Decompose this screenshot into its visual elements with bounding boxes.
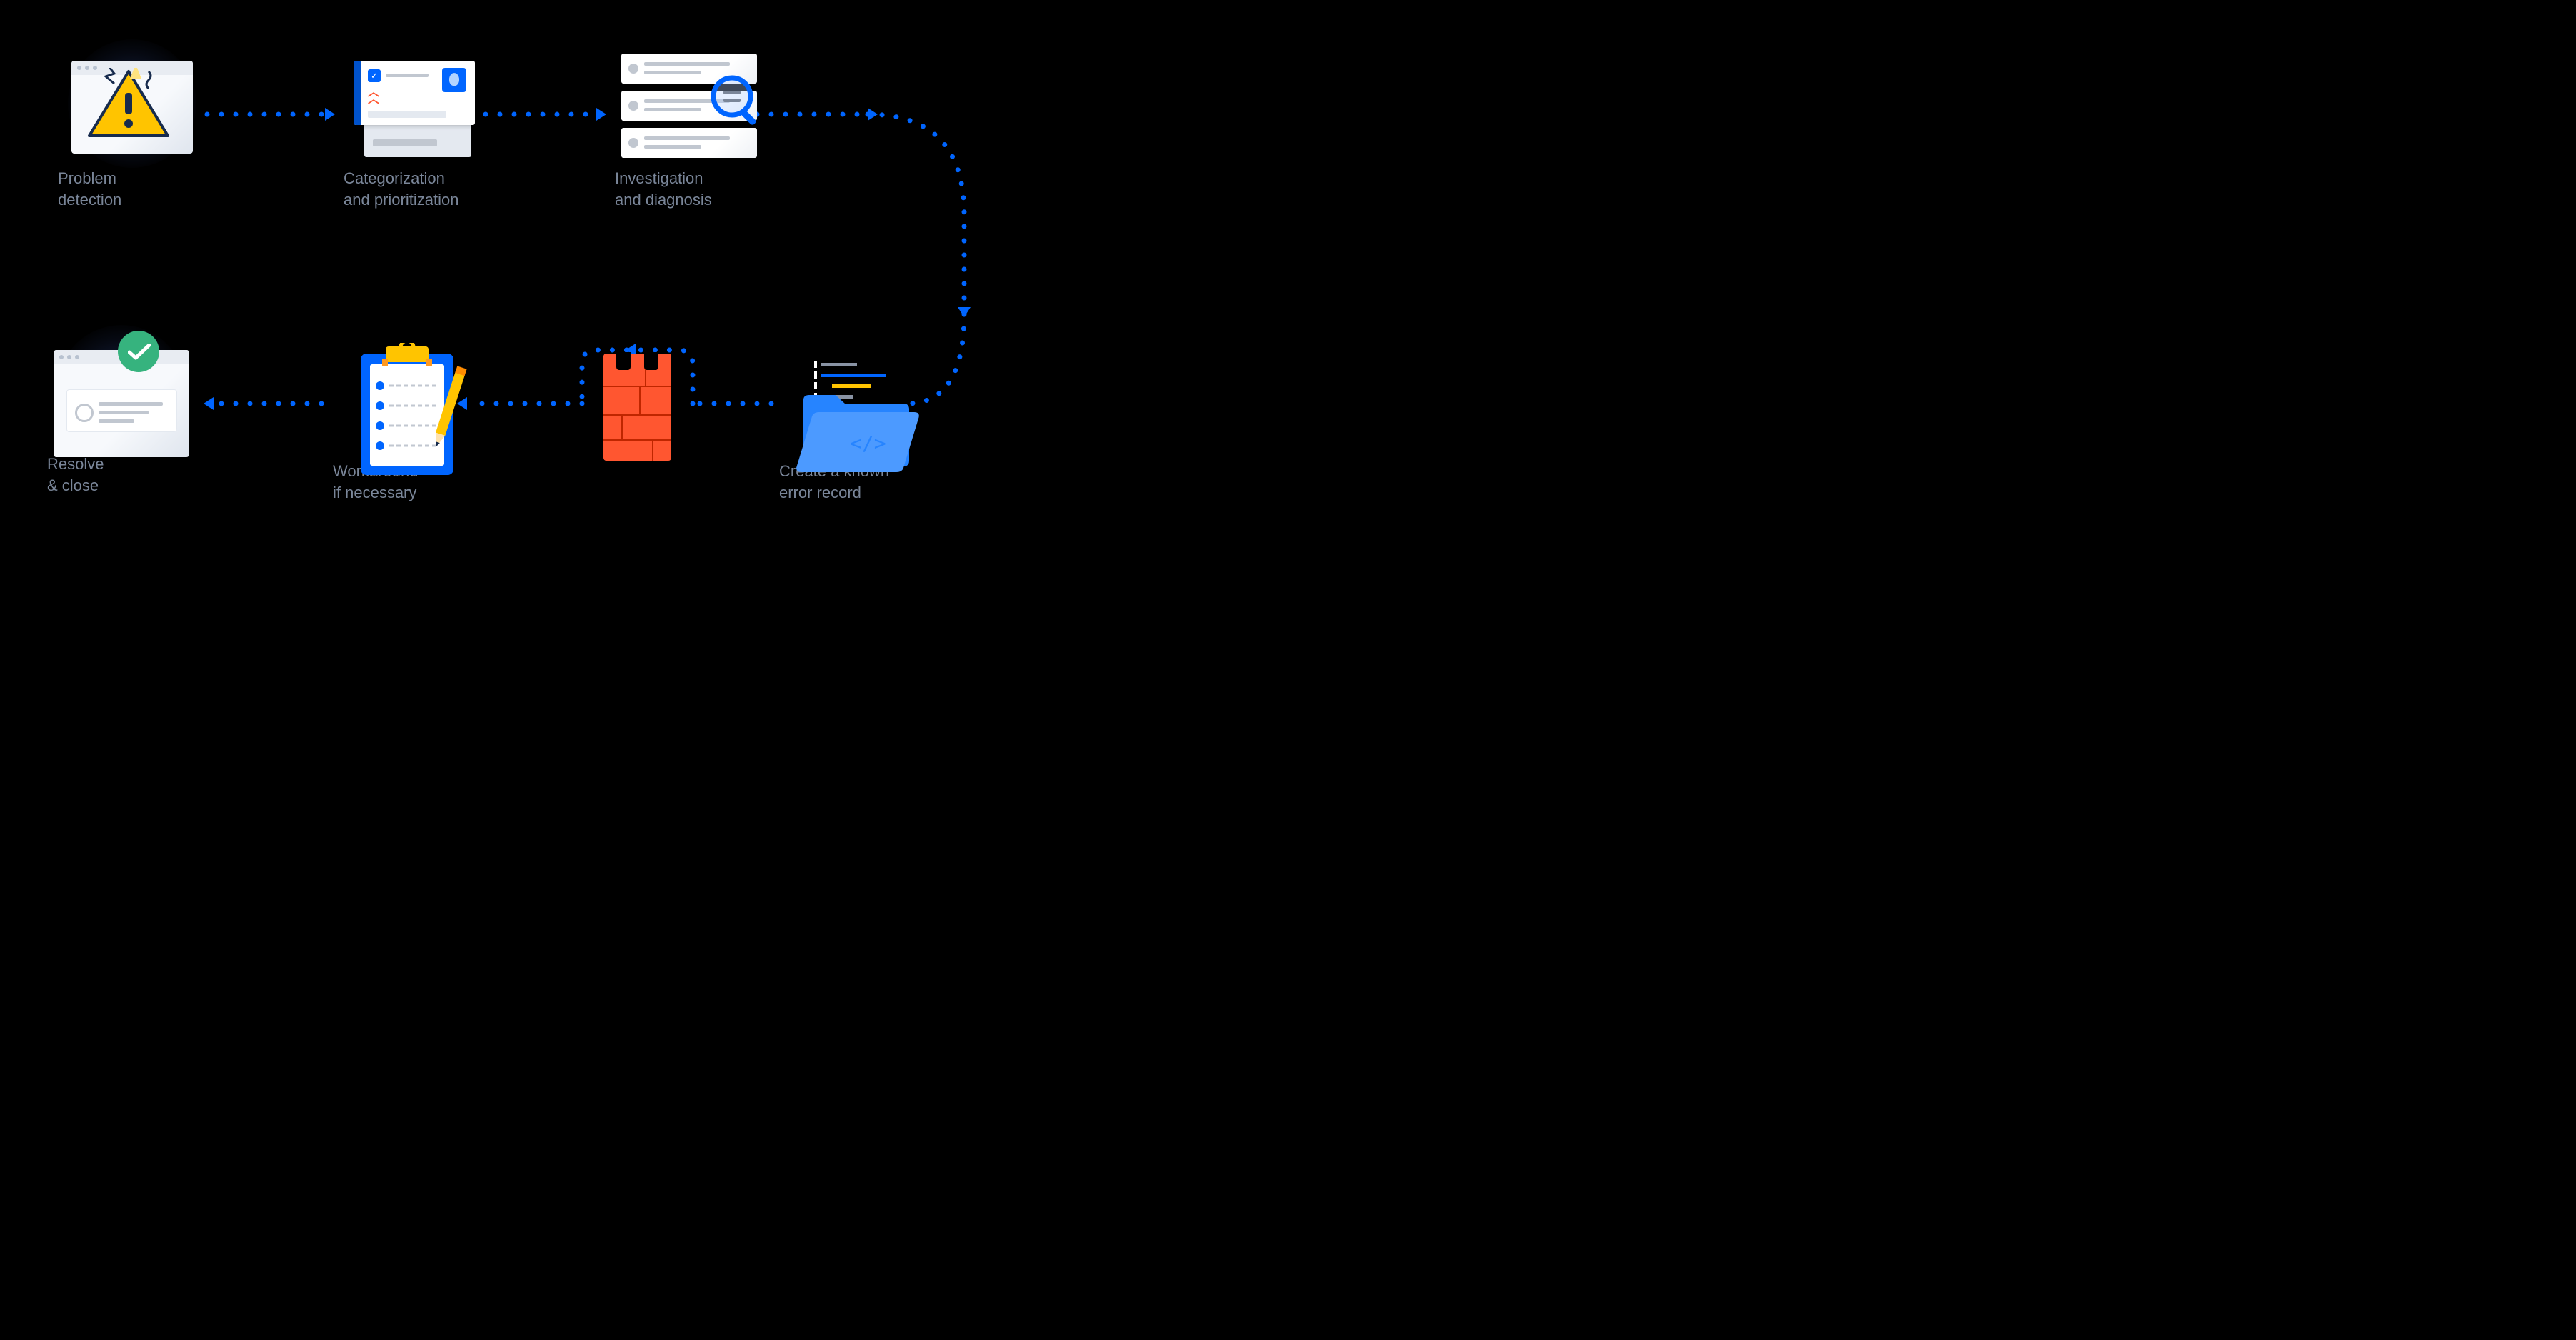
step-label: Resolve & close: [43, 454, 200, 496]
wall-icon: [603, 354, 671, 461]
step-investigation: Investigation and diagnosis: [611, 39, 768, 210]
avatar-icon: [442, 68, 466, 92]
arrow-icon: [325, 108, 335, 121]
step-error-record: </> Create a known error record: [775, 332, 932, 503]
step-obstacle: [564, 339, 707, 468]
code-folder-icon: </>: [796, 361, 925, 482]
step-workaround: Workaround if necessary: [329, 332, 486, 503]
step-resolve: Resolve & close: [43, 325, 200, 496]
arrow-icon: [958, 307, 971, 317]
checkmark-badge-icon: [118, 331, 159, 372]
warning-triangle-icon: [86, 68, 171, 146]
step-label: Problem detection: [54, 168, 211, 210]
step-categorization: ✓ ︿︿ Categorization and prioritization: [339, 39, 496, 210]
arrow-icon: [868, 108, 878, 121]
clipboard-icon: [357, 343, 471, 482]
step-problem-detection: Problem detection: [54, 39, 211, 210]
step-label: Categorization and prioritization: [339, 168, 496, 210]
priority-icon: ︿︿: [368, 89, 379, 103]
magnifier-icon: [711, 75, 764, 129]
svg-text:</>: </>: [850, 431, 886, 455]
step-label: Investigation and diagnosis: [611, 168, 768, 210]
browser-window-icon: [54, 350, 189, 457]
arrow-icon: [204, 397, 214, 410]
arrow-icon: [596, 108, 606, 121]
